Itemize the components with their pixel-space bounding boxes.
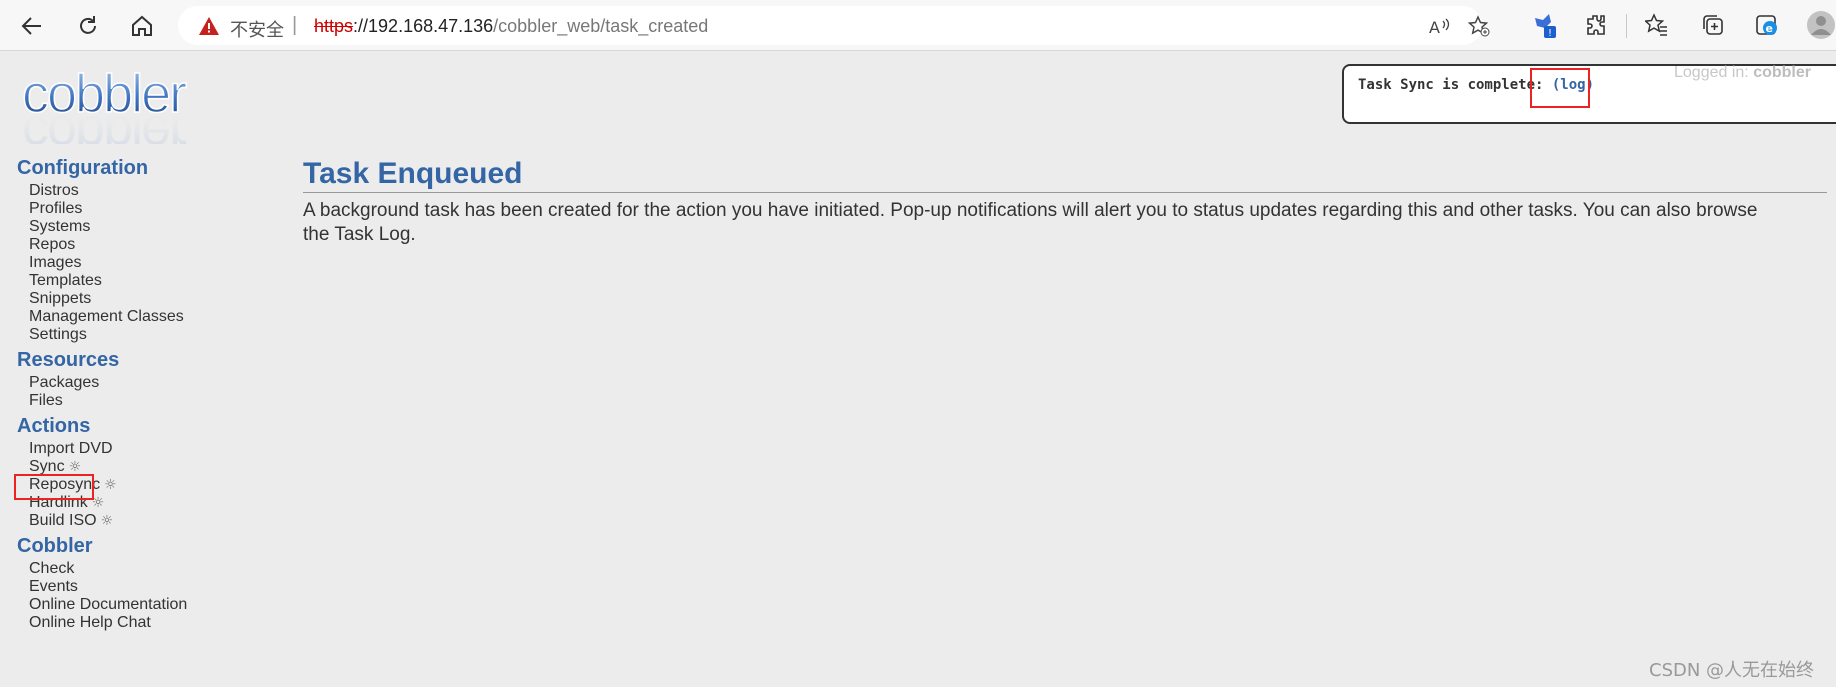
reposync-gear-icon: ☼ [104, 477, 117, 493]
sidebar-item-systems[interactable]: Systems [29, 218, 257, 236]
login-label: Logged in: [1674, 64, 1749, 81]
cobbler-menu: Check Events Online Documentation Online… [29, 560, 257, 632]
log-link-highlight [1530, 68, 1590, 108]
sidebar-item-import-dvd[interactable]: Import DVD [29, 440, 257, 458]
toolbar-divider [1626, 14, 1627, 38]
insecure-label[interactable]: 不安全 [230, 16, 284, 42]
refresh-icon[interactable] [70, 9, 106, 43]
sidebar-item-online-documentation[interactable]: Online Documentation [29, 596, 257, 614]
sidebar-item-files[interactable]: Files [29, 392, 257, 410]
configuration-menu: Distros Profiles Systems Repos Images Te… [29, 182, 257, 344]
browser-toolbar: 不安全 | https://192.168.47.136/cobbler_web… [0, 0, 1836, 51]
sync-item-highlight [14, 474, 94, 500]
sidebar-heading-actions: Actions [17, 415, 91, 437]
collections-icon[interactable] [1698, 10, 1728, 40]
sidebar-item-settings[interactable]: Settings [29, 326, 257, 344]
login-user: cobbler [1753, 64, 1811, 81]
notification-text: Task Sync is complete: [1358, 77, 1544, 93]
build-iso-gear-icon: ☼ [100, 513, 114, 529]
edge-icon[interactable]: e [1752, 10, 1782, 40]
favorites-icon[interactable] [1642, 10, 1672, 40]
build-iso-label: Build ISO [29, 512, 97, 529]
resources-menu: Packages Files [29, 374, 257, 410]
main-content: Task Enqueued A background task has been… [303, 156, 1827, 247]
sidebar-item-profiles[interactable]: Profiles [29, 200, 257, 218]
sync-label: Sync [29, 458, 65, 475]
sidebar-item-distros[interactable]: Distros [29, 182, 257, 200]
sidebar-item-events[interactable]: Events [29, 578, 257, 596]
sidebar-heading-cobbler: Cobbler [17, 535, 93, 557]
address-separator: | [292, 14, 298, 36]
extension-badge-icon[interactable]: ! [1530, 10, 1560, 40]
profile-icon[interactable] [1806, 10, 1836, 40]
cobbler-logo[interactable]: cobbler cobbler [20, 63, 240, 164]
sidebar-item-online-help-chat[interactable]: Online Help Chat [29, 614, 257, 632]
sidebar-item-templates[interactable]: Templates [29, 272, 257, 290]
svg-text:e: e [1766, 22, 1773, 35]
page-description: A background task has been created for t… [303, 200, 1758, 245]
url-text[interactable]: https://192.168.47.136/cobbler_web/task_… [314, 16, 708, 37]
sync-gear-icon: ☼ [68, 459, 82, 475]
home-icon[interactable] [124, 9, 160, 43]
add-favorite-icon[interactable] [1466, 15, 1492, 37]
logo-reflection: cobbler [22, 104, 187, 144]
svg-text:!: ! [1548, 28, 1552, 39]
sidebar-heading-resources: Resources [17, 349, 120, 371]
sidebar-item-repos[interactable]: Repos [29, 236, 257, 254]
sidebar-item-management-classes[interactable]: Management Classes [29, 308, 257, 326]
sidebar-item-check[interactable]: Check [29, 560, 257, 578]
sidebar-item-snippets[interactable]: Snippets [29, 290, 257, 308]
sidebar: Configuration Distros Profiles Systems R… [17, 156, 257, 636]
back-icon[interactable] [14, 9, 50, 43]
sidebar-item-packages[interactable]: Packages [29, 374, 257, 392]
page-title: Task Enqueued [303, 156, 1827, 193]
url-path: /cobbler_web/task_created [493, 16, 709, 36]
login-status: Logged in: cobbler [1674, 64, 1811, 82]
watermark: CSDN @人无在始终 [1649, 660, 1815, 681]
address-bar[interactable]: 不安全 | https://192.168.47.136/cobbler_web… [178, 6, 1490, 45]
sidebar-item-build-iso[interactable]: Build ISO ☼ [29, 512, 257, 530]
warning-icon[interactable] [198, 16, 220, 41]
svg-text:A: A [1429, 18, 1440, 36]
sidebar-item-images[interactable]: Images [29, 254, 257, 272]
sidebar-heading-configuration: Configuration [17, 157, 149, 179]
url-host: ://192.168.47.136 [353, 16, 494, 36]
read-aloud-icon[interactable]: A [1426, 15, 1452, 37]
url-scheme: https [314, 16, 354, 36]
extensions-icon[interactable] [1582, 10, 1612, 40]
